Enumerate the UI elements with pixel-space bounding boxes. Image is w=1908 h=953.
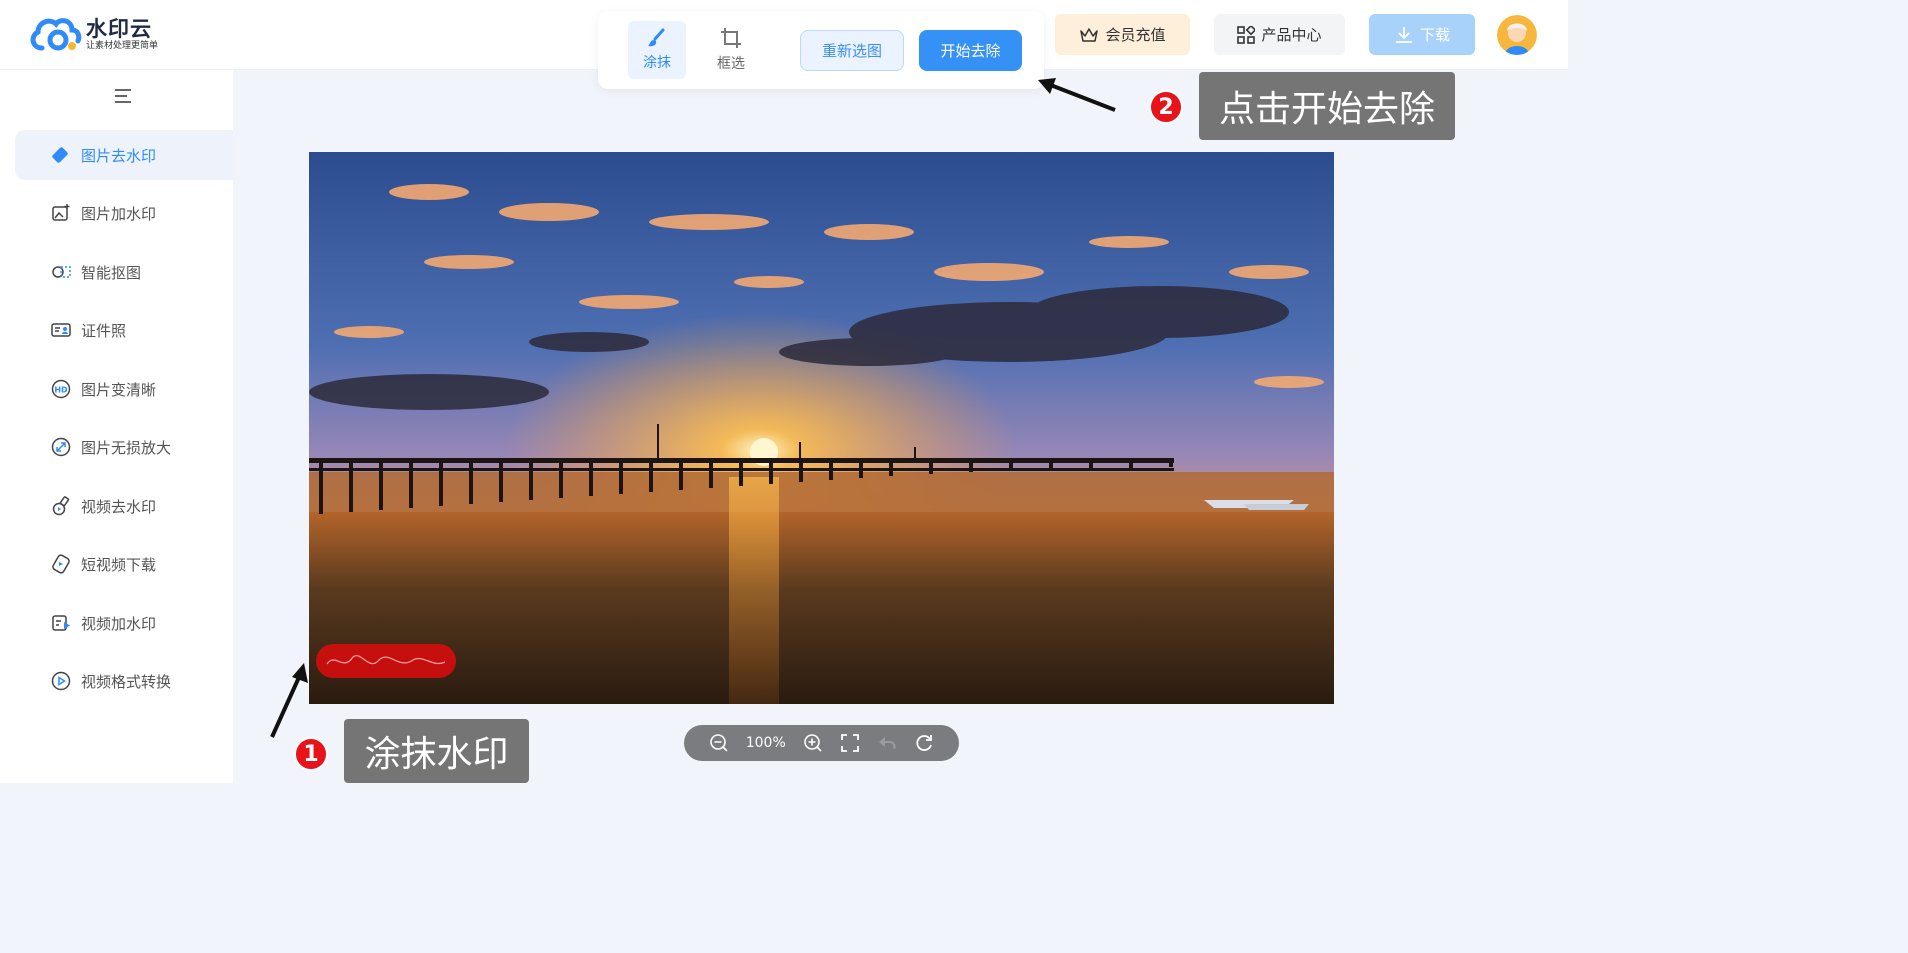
step-1-marker: 1 [294, 737, 328, 771]
product-center-label: 产品中心 [1261, 26, 1322, 44]
zoom-toolbar: 100% [684, 725, 959, 761]
top-header: 水印云 让素材处理更简单 涂抹 框选 重新选图 开始去除 会员充值 产品中心 下… [0, 0, 1568, 89]
tool-panel: 涂抹 框选 重新选图 开始去除 [598, 11, 1044, 89]
sidebar-item-label: 图片无损放大 [81, 438, 172, 457]
download-button[interactable]: 下载 [1369, 14, 1475, 55]
expand-icon [51, 437, 71, 457]
logo-subtitle: 让素材处理更简单 [86, 40, 159, 51]
cloud-logo-icon [28, 14, 82, 54]
download-icon [1395, 26, 1412, 43]
crop-icon [721, 28, 741, 48]
sidebar-item-image-add-watermark[interactable]: 图片加水印 [15, 188, 233, 238]
reset-icon[interactable] [914, 733, 934, 753]
video-add-icon [51, 613, 71, 633]
sidebar-item-video-watermark-removal[interactable]: 视频去水印 [15, 481, 233, 531]
smear-tool-button[interactable]: 涂抹 [628, 21, 686, 79]
sidebar-item-video-add-watermark[interactable]: 视频加水印 [15, 598, 233, 648]
zoom-level: 100% [745, 735, 786, 751]
box-select-tool-label: 框选 [717, 56, 745, 72]
download-label: 下载 [1419, 26, 1450, 44]
video-convert-icon [51, 671, 71, 691]
box-select-tool-button[interactable]: 框选 [702, 21, 760, 79]
sidebar-item-smart-cutout[interactable]: 智能抠图 [15, 247, 233, 297]
sidebar-item-label: 智能抠图 [81, 263, 142, 282]
start-remove-button[interactable]: 开始去除 [919, 30, 1022, 71]
logo-title: 水印云 [86, 16, 152, 41]
sidebar-item-label: 短视频下载 [81, 555, 157, 574]
sidebar-item-label: 视频加水印 [81, 614, 157, 633]
cutout-icon [51, 262, 71, 282]
sidebar-item-lossless-upscale[interactable]: 图片无损放大 [15, 422, 233, 472]
sidebar-item-label: 视频格式转换 [81, 672, 172, 691]
video-eraser-icon [51, 496, 71, 516]
sidebar-item-short-video-download[interactable]: 短视频下载 [15, 539, 233, 589]
smear-tool-label: 涂抹 [643, 55, 671, 71]
step-1-label: 涂抹水印 [344, 719, 529, 783]
vip-recharge-label: 会员充值 [1105, 26, 1166, 44]
svg-text:HD: HD [54, 386, 68, 395]
product-center-button[interactable]: 产品中心 [1214, 14, 1345, 55]
zoom-out-icon[interactable] [709, 733, 729, 753]
arrow-to-start-icon [1038, 78, 1116, 112]
step-2-label: 点击开始去除 [1199, 72, 1455, 140]
id-card-icon [51, 320, 71, 340]
menu-collapse-icon[interactable] [113, 87, 133, 105]
sidebar-item-label: 图片变清晰 [81, 380, 157, 399]
sidebar-item-label: 视频去水印 [81, 497, 157, 516]
sidebar-item-image-enhance[interactable]: HD 图片变清晰 [15, 364, 233, 414]
sidebar-item-label: 图片去水印 [81, 146, 157, 165]
step-2-marker: 2 [1149, 90, 1183, 124]
image-canvas[interactable] [309, 152, 1334, 704]
sidebar-item-label: 图片加水印 [81, 204, 157, 223]
undo-icon[interactable] [877, 733, 897, 753]
crown-icon [1080, 27, 1099, 42]
sidebar-item-video-format-convert[interactable]: 视频格式转换 [15, 656, 233, 706]
grid-icon [1237, 25, 1256, 44]
sidebar-item-label: 证件照 [81, 321, 127, 340]
reselect-image-button[interactable]: 重新选图 [800, 30, 904, 71]
hd-icon: HD [51, 379, 71, 399]
logo[interactable]: 水印云 让素材处理更简单 [28, 14, 158, 54]
vip-recharge-button[interactable]: 会员充值 [1055, 14, 1190, 55]
user-avatar[interactable] [1497, 15, 1537, 55]
zoom-in-icon[interactable] [803, 733, 823, 753]
image-add-icon [51, 203, 71, 223]
arrow-to-watermark-icon [270, 663, 308, 738]
sidebar: 图片去水印 图片加水印 智能抠图 证件照 HD 图片变清晰 图片无损放大 视频去… [0, 70, 233, 783]
sidebar-item-image-watermark-removal[interactable]: 图片去水印 [15, 130, 233, 180]
brush-icon [648, 28, 665, 47]
sidebar-item-id-photo[interactable]: 证件照 [15, 305, 233, 355]
short-video-icon [51, 554, 71, 574]
fullscreen-icon[interactable] [840, 733, 860, 753]
eraser-icon [51, 145, 71, 165]
